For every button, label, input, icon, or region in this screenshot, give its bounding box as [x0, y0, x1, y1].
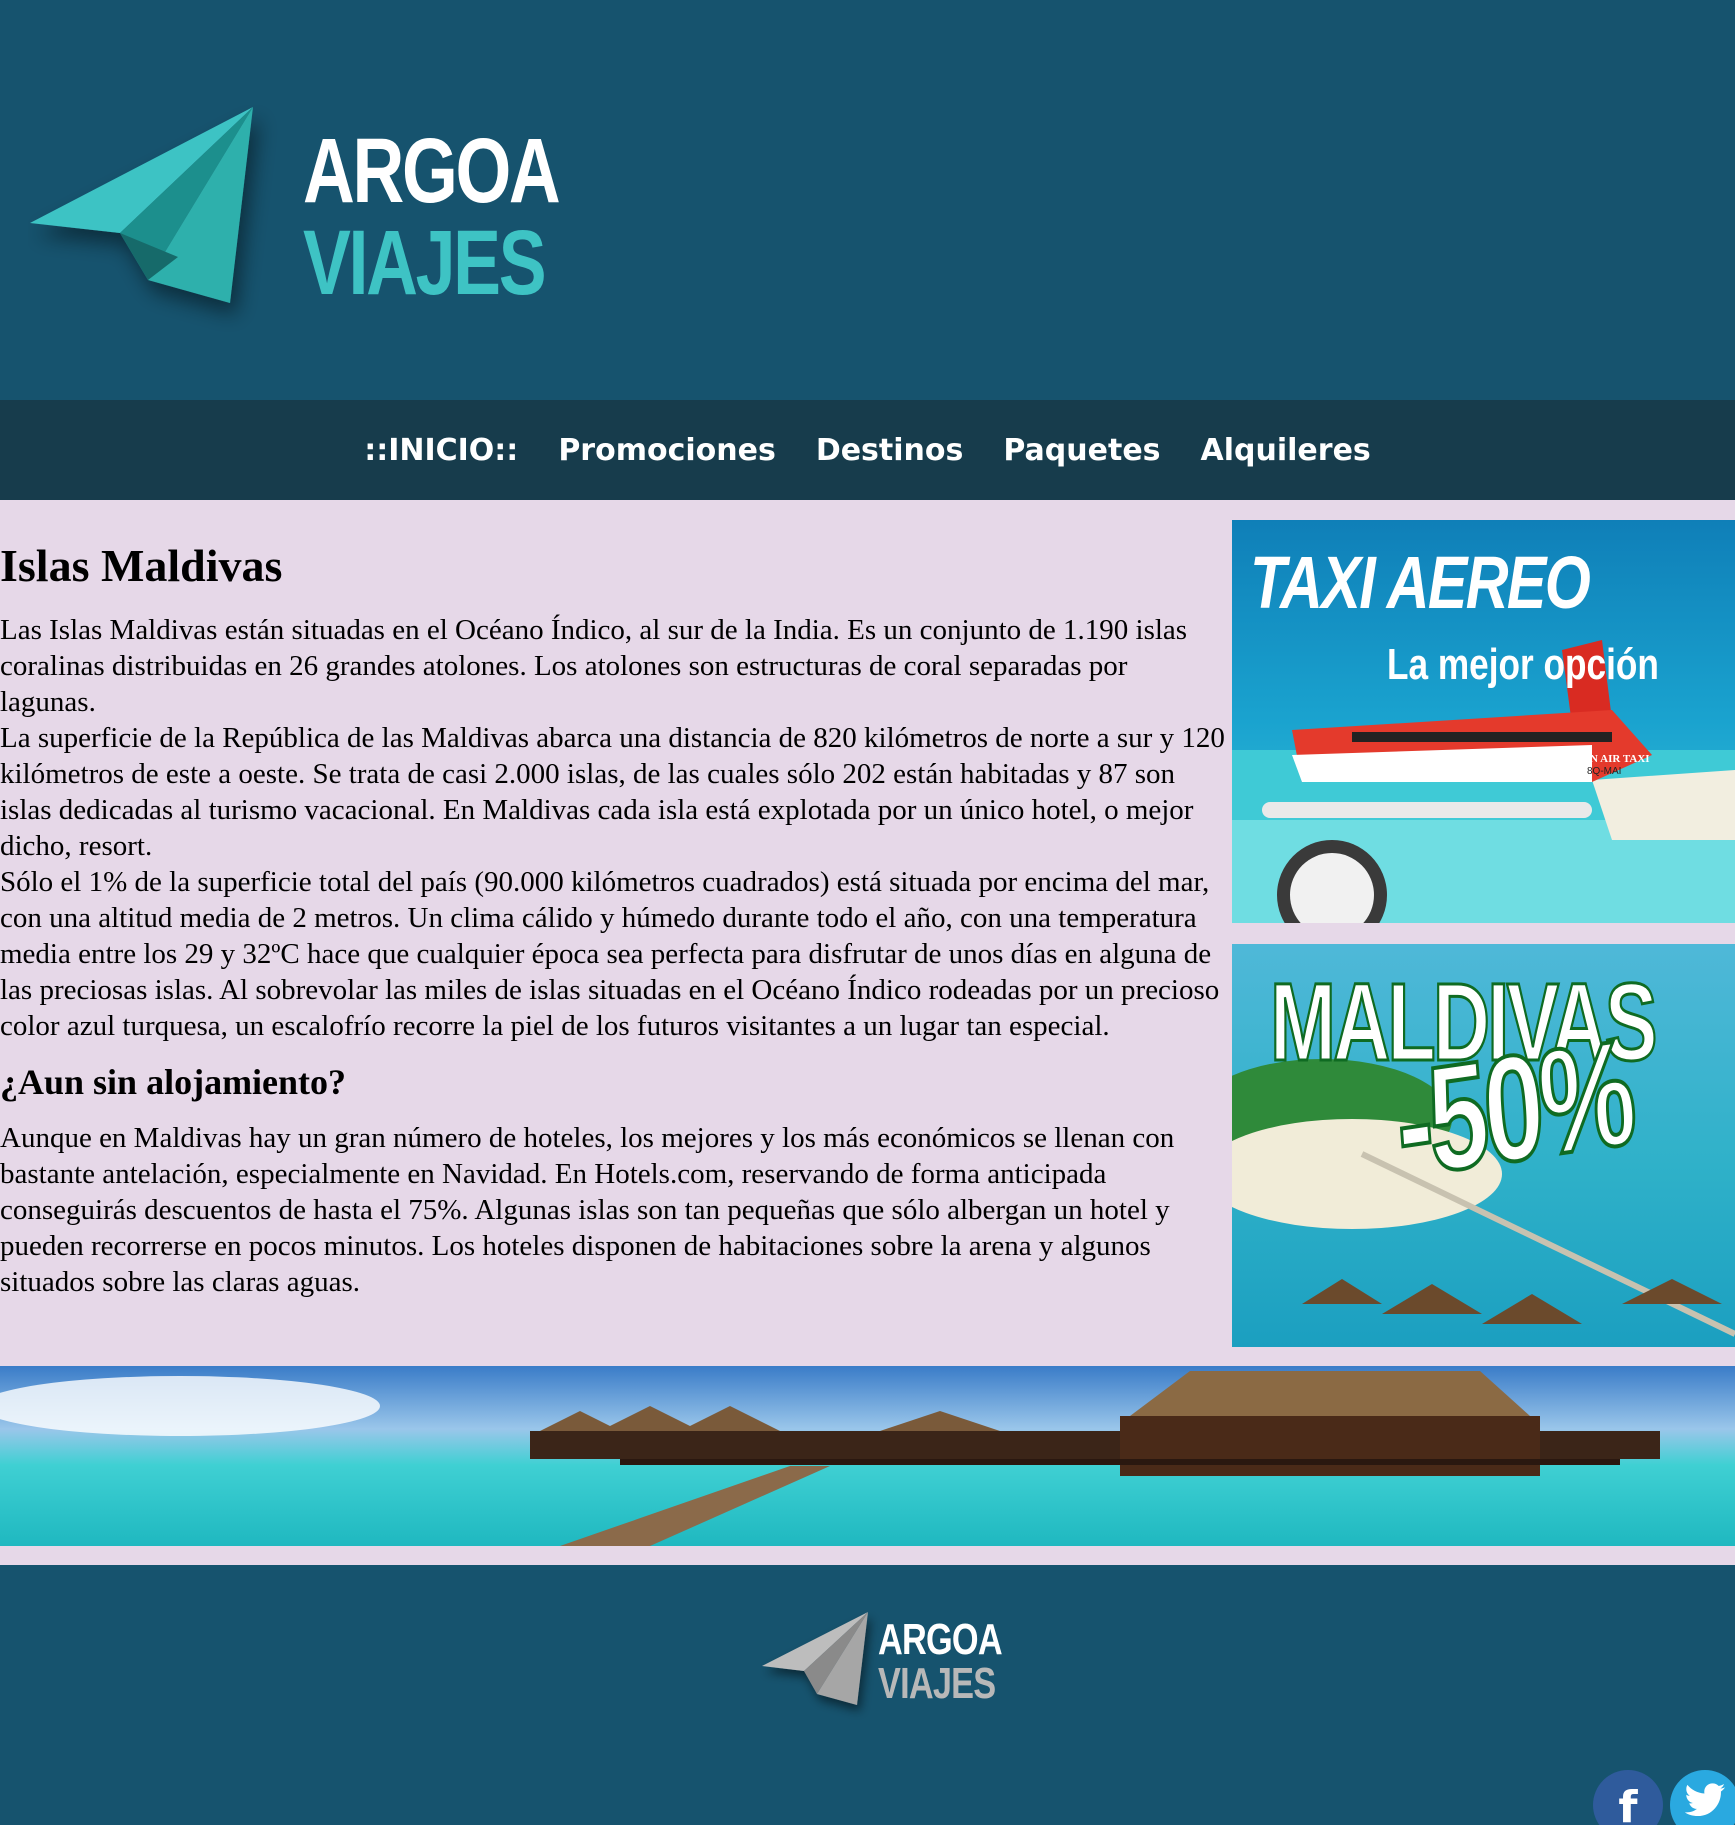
nav-item-paquetes[interactable]: Paquetes	[1003, 433, 1160, 468]
overwater-villas-illustration	[0, 1371, 1660, 1546]
article-paragraph-1: Las Islas Maldivas están situadas en el …	[0, 614, 1188, 718]
ad2-discount: -50%	[1389, 1006, 1639, 1211]
article: Islas Maldivas Las Islas Maldivas están …	[0, 538, 1230, 1300]
article-paragraph-3: Sólo el 1% de la superficie total del pa…	[0, 866, 1220, 1042]
twitter-bird-glyph	[1684, 1783, 1726, 1817]
facebook-icon[interactable]: f	[1593, 1770, 1663, 1825]
twitter-icon[interactable]	[1670, 1770, 1735, 1825]
logo-line-1: ARGOA	[303, 120, 561, 222]
ad-taxi-aereo[interactable]: TAXI AEREO La mejor opción MALDIVIAN AIR…	[1232, 520, 1735, 923]
paper-plane-icon	[30, 107, 253, 303]
site-logo[interactable]: ARGOA VIAJES	[28, 105, 561, 355]
overwater-villas-banner	[0, 1366, 1735, 1546]
footer-logo-wordmark: ARGOA VIAJES	[878, 1618, 1037, 1706]
footer-logo-line-2: VIAJES	[878, 1659, 996, 1708]
logo-wordmark: ARGOA VIAJES	[303, 125, 630, 309]
main-content: Islas Maldivas Las Islas Maldivas están …	[0, 500, 1735, 1565]
ad1-subtitle: La mejor opción	[1387, 640, 1659, 689]
main-nav: ::INICIO:: Promociones Destinos Paquetes…	[0, 400, 1735, 500]
nav-item-promociones[interactable]: Promociones	[558, 433, 776, 468]
site-footer: ARGOA VIAJES f	[0, 1565, 1735, 1825]
article-paragraph-2: La superficie de la República de las Mal…	[0, 722, 1225, 862]
nav-item-alquileres[interactable]: Alquileres	[1201, 433, 1371, 468]
ad-maldivas-discount[interactable]: MALDIVAS -50%	[1232, 944, 1735, 1347]
ad1-plane-reg: 8Q-MAI	[1587, 766, 1622, 777]
footer-logo-line-1: ARGOA	[878, 1615, 1003, 1664]
ad1-plane-label: MALDIVIAN AIR TAXI	[1532, 753, 1650, 765]
ad1-title: TAXI AEREO	[1250, 541, 1591, 624]
nav-item-destinos[interactable]: Destinos	[816, 433, 964, 468]
logo-line-2: VIAJES	[303, 212, 547, 314]
footer-logo[interactable]: ARGOA VIAJES	[760, 1610, 1003, 1730]
site-header: ARGOA VIAJES	[0, 0, 1735, 400]
article-title: Islas Maldivas	[0, 540, 283, 591]
footer-paper-plane-icon	[762, 1612, 868, 1705]
article-paragraph-4: Aunque en Maldivas hay un gran número de…	[0, 1122, 1175, 1298]
nav-item-inicio[interactable]: ::INICIO::	[364, 433, 518, 468]
article-subtitle: ¿Aun sin alojamiento?	[0, 1062, 347, 1102]
